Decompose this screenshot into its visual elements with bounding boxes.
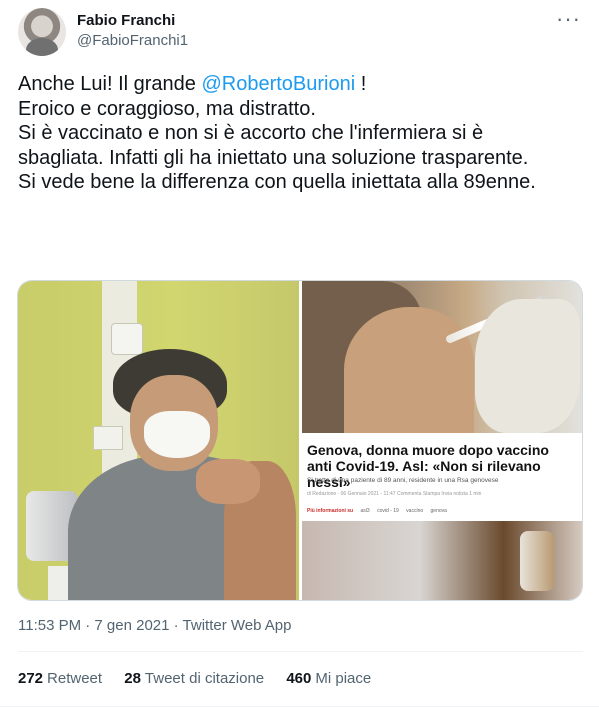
quotes-count: 28 xyxy=(124,670,141,687)
tweet-text: Anche Lui! Il grande @RobertoBurioni ! E… xyxy=(18,72,573,195)
tag-vaccino: vaccino xyxy=(406,508,424,514)
glove xyxy=(475,299,580,433)
tweet-text-part-1: Anche Lui! Il grande xyxy=(18,73,202,95)
tweet-stats: 272 Retweet 28 Tweet di citazione 460 Mi pi… xyxy=(18,670,389,687)
wall-switch xyxy=(93,426,123,450)
photo-left[interactable] xyxy=(18,281,299,600)
likes-label: Mi piace xyxy=(315,670,372,687)
tag-genova: genova xyxy=(430,508,447,514)
retweets-label: Retweet xyxy=(47,670,103,687)
tweet-header: Fabio Franchi @FabioFranchi1 ··· xyxy=(18,8,583,60)
tag-asl3: asl3 xyxy=(360,508,370,514)
news-card: Genova, donna muore dopo vaccino anti Co… xyxy=(302,433,582,521)
face-mask xyxy=(144,411,210,458)
retweets-stat[interactable]: 272 Retweet xyxy=(18,670,102,687)
more-icon[interactable]: ··· xyxy=(556,8,581,30)
quotes-label: Tweet di citazione xyxy=(144,670,265,687)
man-hand xyxy=(196,459,260,504)
likes-count: 460 xyxy=(286,670,312,687)
tweet-timestamp[interactable]: 11:53 PM · 7 gen 2021 · Twitter Web App xyxy=(18,617,292,634)
tags-label: Più informazioni su xyxy=(307,508,354,514)
news-meta: di Redazione · 06 Gennaio 2021 - 11:47 C… xyxy=(307,491,482,497)
divider xyxy=(18,651,583,652)
news-subline: Si tratta di una paziente di 89 anni, re… xyxy=(307,477,499,484)
vial xyxy=(520,531,554,591)
retweets-count: 272 xyxy=(18,670,44,687)
author-block[interactable]: Fabio Franchi @FabioFranchi1 xyxy=(77,11,188,51)
wall-outlet xyxy=(111,323,143,355)
likes-stat[interactable]: 460 Mi piace xyxy=(286,670,371,687)
mention-link[interactable]: @RobertoBurioni xyxy=(201,73,355,95)
author-handle[interactable]: @FabioFranchi1 xyxy=(77,31,188,51)
media-grid[interactable]: Genova, donna muore dopo vaccino anti Co… xyxy=(17,280,583,601)
news-tags: Più informazioni su asl3 covid - 19 vacc… xyxy=(307,508,447,514)
author-name[interactable]: Fabio Franchi xyxy=(77,11,188,31)
quotes-stat[interactable]: 28 Tweet di citazione xyxy=(124,670,264,687)
tag-covid: covid - 19 xyxy=(377,508,399,514)
shoulder xyxy=(344,307,474,433)
photo-right[interactable]: Genova, donna muore dopo vaccino anti Co… xyxy=(302,281,582,600)
avatar[interactable] xyxy=(18,8,66,56)
